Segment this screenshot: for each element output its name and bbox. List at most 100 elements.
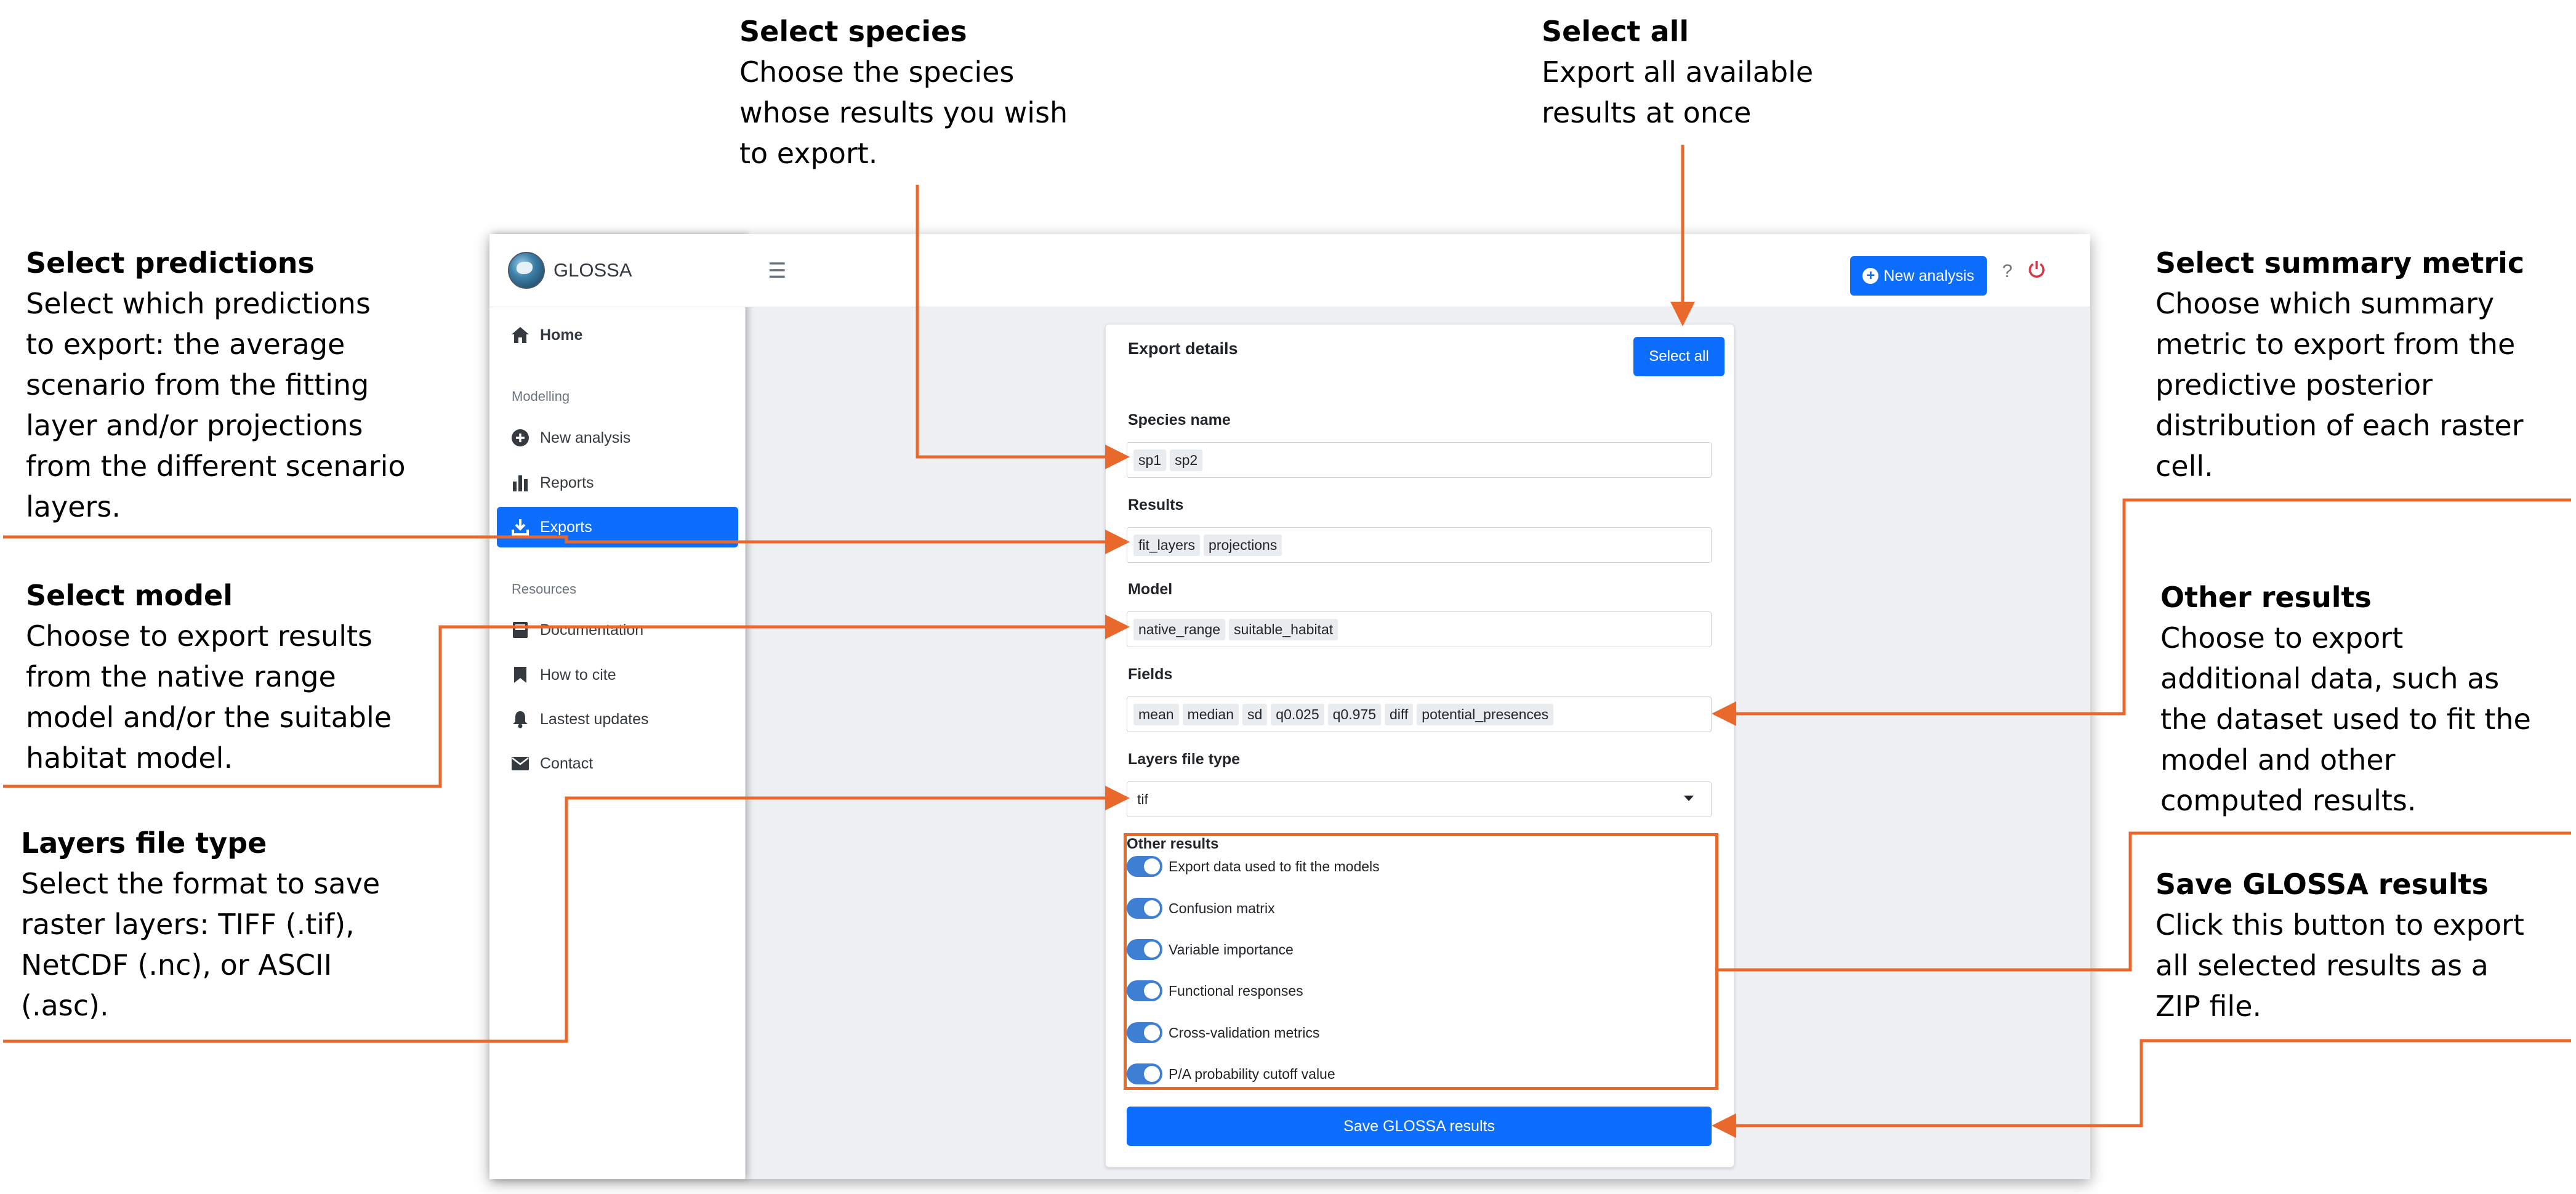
section-header-modelling: Modelling <box>512 389 570 404</box>
field-chip[interactable]: q0.975 <box>1327 703 1381 725</box>
annotation-line: (.asc). <box>21 989 109 1022</box>
results-select[interactable]: fit_layers projections <box>1127 527 1712 563</box>
model-chip[interactable]: native_range <box>1133 618 1225 640</box>
brand-name: GLOSSA <box>553 259 632 281</box>
fields-select[interactable]: mean median sd q0.025 q0.975 diff potent… <box>1127 696 1712 732</box>
new-analysis-label: New analysis <box>1883 267 1974 284</box>
sidebar-item-exports[interactable]: Exports <box>497 507 738 547</box>
select-all-button[interactable]: Select all <box>1633 337 1725 376</box>
annotation-line: layers. <box>26 490 121 523</box>
annotation-select-model: Select model Choose to export results fr… <box>26 575 392 778</box>
annotation-line: all selected results as a <box>2155 949 2489 982</box>
species-select[interactable]: sp1 sp2 <box>1127 442 1712 478</box>
layers-file-type-select[interactable]: tif <box>1127 781 1712 817</box>
field-chip[interactable]: potential_presences <box>1417 703 1554 725</box>
field-chip[interactable]: diff <box>1385 703 1414 725</box>
sidebar-item-documentation[interactable]: Documentation <box>497 610 738 650</box>
sidebar-item-home[interactable]: Home <box>497 315 738 355</box>
results-chip[interactable]: projections <box>1204 534 1282 556</box>
annotation-title: Select all <box>1542 15 1689 48</box>
brand[interactable]: GLOSSA <box>489 234 745 307</box>
envelope-icon <box>509 756 531 771</box>
sidebar-item-reports[interactable]: Reports <box>497 462 738 503</box>
sidebar-item-label: Documentation <box>540 621 644 639</box>
field-chip[interactable]: mean <box>1133 703 1179 725</box>
annotation-title: Layers file type <box>21 826 267 860</box>
annotation-line: cell. <box>2155 450 2213 483</box>
new-analysis-button[interactable]: + New analysis <box>1850 256 1987 296</box>
plus-circle-icon <box>509 429 531 447</box>
annotation-other-results: Other results Choose to export additiona… <box>2160 577 2531 821</box>
annotation-layers-file-type: Layers file type Select the format to sa… <box>21 823 380 1026</box>
sidebar-item-label: Lastest updates <box>540 710 649 728</box>
field-chip[interactable]: sd <box>1242 703 1268 725</box>
results-chip[interactable]: fit_layers <box>1133 534 1201 556</box>
model-select[interactable]: native_range suitable_habitat <box>1127 611 1712 647</box>
annotation-line: results at once <box>1542 96 1752 129</box>
model-chip[interactable]: suitable_habitat <box>1229 618 1338 640</box>
model-label: Model <box>1128 581 1173 598</box>
annotation-line: Choose to export <box>2160 621 2404 655</box>
annotation-title: Select model <box>26 579 233 612</box>
other-results-highlight-box <box>1124 833 1718 1090</box>
annotation-line: habitat model. <box>26 741 233 775</box>
download-icon <box>509 518 531 536</box>
hamburger-menu-icon[interactable]: ☰ <box>768 259 786 283</box>
sidebar: GLOSSA Home Modelling New analysis Repor… <box>489 234 746 1179</box>
species-chip[interactable]: sp1 <box>1133 449 1167 471</box>
sidebar-item-how-to-cite[interactable]: How to cite <box>497 655 738 695</box>
fields-label: Fields <box>1128 666 1173 683</box>
annotation-line: to export. <box>739 137 878 170</box>
sidebar-item-label: Contact <box>540 754 594 772</box>
annotation-line: Select which predictions <box>26 287 371 320</box>
bar-chart-icon <box>509 474 531 491</box>
sidebar-item-label: Reports <box>540 474 594 491</box>
book-icon <box>509 621 531 639</box>
annotation-title: Save GLOSSA results <box>2155 868 2489 901</box>
annotation-line: Select the format to save <box>21 867 380 900</box>
annotation-line: model and other <box>2160 743 2396 777</box>
help-icon[interactable]: ? <box>2002 261 2013 282</box>
annotation-line: from the native range <box>26 660 336 693</box>
annotation-line: metric to export from the <box>2155 328 2516 361</box>
annotation-title: Select species <box>739 15 967 48</box>
annotation-select-species: Select species Choose the species whose … <box>739 11 1068 174</box>
sidebar-item-label: Exports <box>540 518 592 536</box>
sidebar-item-label: Home <box>540 326 583 344</box>
sidebar-item-label: How to cite <box>540 666 616 684</box>
card-title: Export details <box>1128 339 1238 358</box>
save-glossa-results-button[interactable]: Save GLOSSA results <box>1127 1107 1712 1146</box>
annotation-line: predictive posterior <box>2155 368 2433 401</box>
section-header-resources: Resources <box>512 581 577 597</box>
power-icon[interactable] <box>2027 260 2046 283</box>
layers-file-type-label: Layers file type <box>1128 751 1241 768</box>
annotation-line: model and/or the suitable <box>26 701 392 734</box>
annotation-line: additional data, such as <box>2160 662 2500 695</box>
annotation-line: the dataset used to fit the <box>2160 703 2531 736</box>
annotation-select-predictions: Select predictions Select which predicti… <box>26 243 406 527</box>
selected-file-type: tif <box>1137 791 1148 807</box>
annotation-line: computed results. <box>2160 784 2417 817</box>
sidebar-item-new-analysis[interactable]: New analysis <box>497 417 738 458</box>
annotation-line: ZIP file. <box>2155 990 2262 1023</box>
annotation-line: whose results you wish <box>739 96 1068 129</box>
annotation-line: NetCDF (.nc), or ASCII <box>21 948 332 982</box>
results-label: Results <box>1128 496 1184 514</box>
sidebar-item-contact[interactable]: Contact <box>497 743 738 784</box>
top-bar: ☰ + New analysis ? <box>745 234 2090 307</box>
annotation-line: Choose which summary <box>2155 287 2495 320</box>
annotation-line: Click this button to export <box>2155 908 2524 942</box>
species-chip[interactable]: sp2 <box>1170 449 1203 471</box>
annotation-line: distribution of each raster <box>2155 409 2524 442</box>
annotation-select-summary-metric: Select summary metric Choose which summa… <box>2155 243 2524 486</box>
annotation-save-results: Save GLOSSA results Click this button to… <box>2155 864 2524 1027</box>
annotation-line: raster layers: TIFF (.tif), <box>21 908 355 941</box>
field-chip[interactable]: median <box>1182 703 1239 725</box>
sidebar-item-label: New analysis <box>540 429 631 446</box>
bookmark-icon <box>509 666 531 684</box>
annotation-line: layer and/or projections <box>26 409 363 442</box>
annotation-line: scenario from the fitting <box>26 368 369 401</box>
sidebar-item-latest-updates[interactable]: Lastest updates <box>497 699 738 740</box>
field-chip[interactable]: q0.025 <box>1271 703 1324 725</box>
home-icon <box>509 326 531 344</box>
